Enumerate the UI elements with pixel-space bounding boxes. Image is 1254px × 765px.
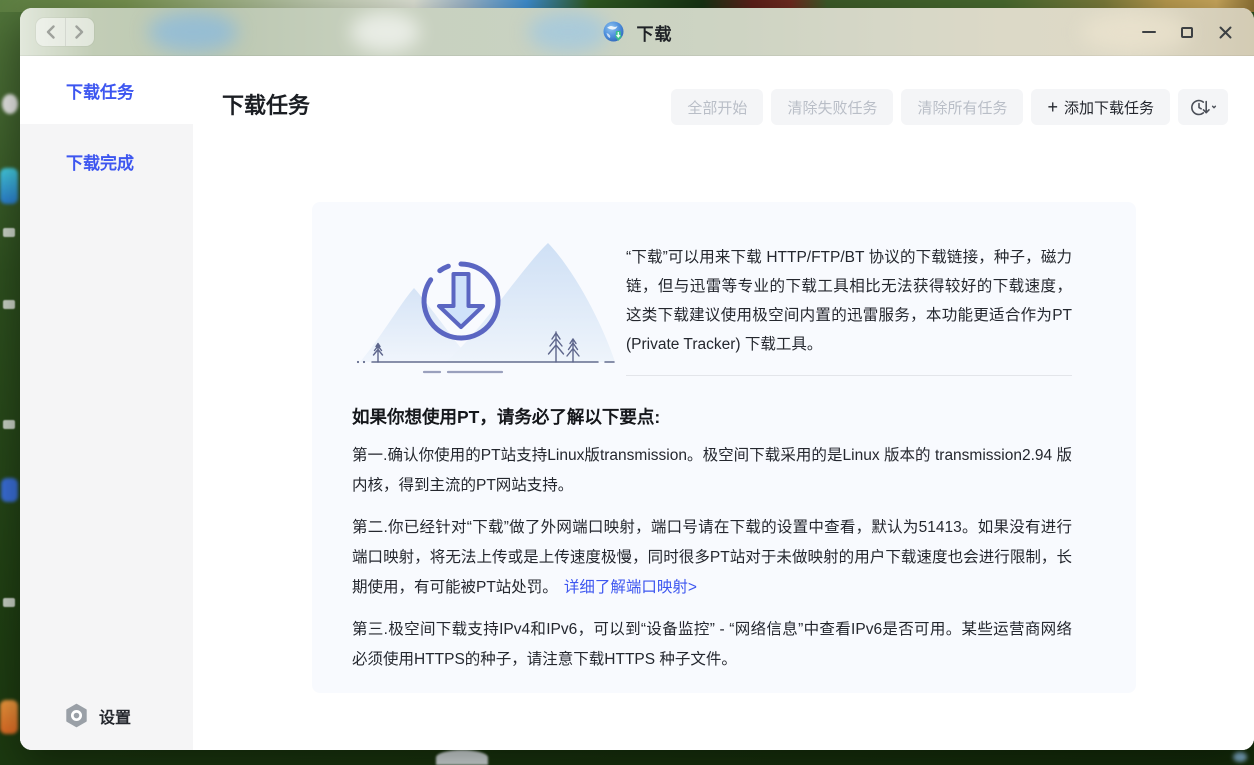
start-all-button[interactable]: 全部开始	[671, 89, 763, 125]
desktop-label-fragment	[3, 300, 15, 309]
pt-point-3: 第三.极空间下载支持IPv4和IPv6，可以到“设备监控” - “网络信息”中查…	[352, 615, 1072, 675]
desktop-icon-fragment	[2, 94, 18, 114]
maximize-button[interactable]	[1168, 8, 1206, 56]
desktop-icon-fragment	[436, 750, 488, 765]
add-download-task-label: 添加下载任务	[1064, 97, 1154, 118]
back-button[interactable]	[36, 18, 65, 46]
intro-wrap: “下载”可以用来下载 HTTP/FTP/BT 协议的下载链接，种子，磁力链，但与…	[626, 228, 1072, 376]
minimize-icon	[1142, 31, 1156, 33]
desktop-icon-fragment	[0, 168, 18, 204]
sidebar-item-label: 下载任务	[66, 78, 134, 103]
sort-by-time-icon	[1190, 98, 1217, 117]
download-arrow-icon	[439, 274, 483, 327]
card-intro-row: “下载”可以用来下载 HTTP/FTP/BT 协议的下载链接，种子，磁力链，但与…	[312, 202, 1136, 376]
page-title: 下载任务	[222, 88, 310, 120]
desktop-icon-fragment	[0, 700, 18, 734]
forward-button[interactable]	[65, 18, 95, 46]
clear-all-button[interactable]: 清除所有任务	[901, 89, 1023, 125]
port-mapping-link[interactable]: 详细了解端口映射>	[564, 579, 697, 596]
clear-failed-button[interactable]: 清除失败任务	[771, 89, 893, 125]
sort-order-button[interactable]	[1178, 89, 1228, 125]
sidebar-item-download-complete[interactable]: 下载完成	[20, 124, 193, 198]
intro-paragraph: “下载”可以用来下载 HTTP/FTP/BT 协议的下载链接，种子，磁力链，但与…	[626, 243, 1072, 359]
pt-point-2-text: 第二.你已经针对“下载”做了外网端口映射，端口号请在下载的设置中查看，默认为51…	[352, 519, 1072, 596]
settings-label: 设置	[99, 704, 131, 728]
titlebar-blur-blob	[148, 12, 238, 52]
pt-info-card: “下载”可以用来下载 HTTP/FTP/BT 协议的下载链接，种子，磁力链，但与…	[312, 202, 1136, 693]
window-body: 下载任务 下载完成 设置 下载任务 全部开始 清除失败任务 清除所有任务	[20, 56, 1254, 750]
download-app-window: 下载 下载任务 下载完成 设置	[20, 8, 1254, 750]
toolbar: 全部开始 清除失败任务 清除所有任务 + 添加下载任务	[671, 89, 1228, 125]
mountain-right	[446, 243, 615, 362]
window-title: 下载	[637, 20, 673, 45]
sidebar-item-label: 下载完成	[66, 149, 134, 174]
add-download-task-button[interactable]: + 添加下载任务	[1031, 89, 1170, 125]
close-icon	[1219, 26, 1232, 39]
main-content: 下载任务 全部开始 清除失败任务 清除所有任务 + 添加下载任务	[193, 56, 1254, 750]
desktop-icon-fragment	[1233, 752, 1247, 762]
minimize-button[interactable]	[1130, 8, 1168, 56]
pt-section-heading: 如果你想使用PT，请务必了解以下要点:	[352, 404, 1072, 429]
download-illustration	[352, 228, 618, 376]
desktop-label-fragment	[3, 420, 15, 429]
sidebar: 下载任务 下载完成 设置	[20, 56, 193, 750]
sidebar-item-download-tasks[interactable]: 下载任务	[20, 56, 193, 124]
desktop-label-fragment	[3, 598, 15, 607]
titlebar-blur-blob	[350, 12, 420, 52]
pt-point-1-text: 第一.确认你使用的PT站支持Linux版transmission。极空间下载采用…	[352, 447, 1072, 494]
desktop-label-fragment	[3, 228, 15, 237]
settings-button[interactable]: 设置	[64, 703, 131, 728]
titlebar-blur-blob	[528, 12, 608, 52]
chevron-left-icon	[46, 25, 55, 39]
gear-icon	[64, 703, 89, 728]
window-controls	[1130, 8, 1244, 56]
plus-icon: +	[1047, 98, 1058, 116]
pt-point-1: 第一.确认你使用的PT站支持Linux版transmission。极空间下载采用…	[352, 441, 1072, 501]
titlebar: 下载	[20, 8, 1254, 56]
pt-point-2: 第二.你已经针对“下载”做了外网端口映射，端口号请在下载的设置中查看，默认为51…	[352, 513, 1072, 603]
close-button[interactable]	[1206, 8, 1244, 56]
history-nav-group	[36, 18, 94, 46]
desktop-icon-fragment	[1, 478, 18, 502]
pt-point-3-text: 第三.极空间下载支持IPv4和IPv6，可以到“设备监控” - “网络信息”中查…	[352, 621, 1072, 668]
maximize-icon	[1181, 27, 1193, 38]
chevron-right-icon	[75, 25, 84, 39]
card-body: 如果你想使用PT，请务必了解以下要点: 第一.确认你使用的PT站支持Linux版…	[312, 404, 1136, 675]
